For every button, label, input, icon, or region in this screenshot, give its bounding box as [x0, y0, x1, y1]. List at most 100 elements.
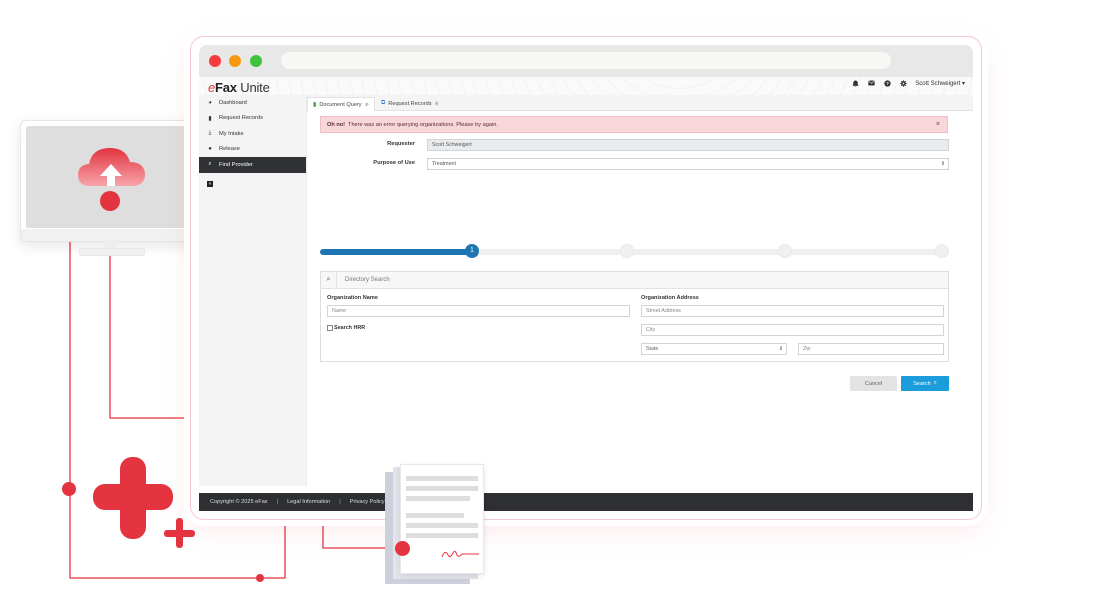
cloud-upload-icon: [78, 148, 145, 186]
sidebar-item-my-intake[interactable]: ⤓ My Intake: [199, 126, 306, 142]
sidebar-item-label: Request Records: [219, 115, 263, 122]
sidebar: ◕ Dashboard ▮ Request Records ⤓ My Intak…: [199, 95, 307, 486]
select-arrows-icon: ⇕: [778, 346, 783, 352]
search-button[interactable]: Search ⌕: [901, 376, 949, 391]
tab-request-records[interactable]: ⧉ Request Records ⊗: [376, 97, 444, 110]
search-hrr-checkbox-row[interactable]: Search HRR: [327, 325, 365, 331]
small-cross-icon: [164, 518, 195, 548]
error-alert: Oh no! There was an error querying organ…: [320, 116, 948, 133]
city-placeholder: City: [646, 327, 656, 333]
collapse-sidebar-icon[interactable]: «: [207, 180, 213, 187]
efax-unite-logo[interactable]: eFax Unite: [208, 80, 270, 95]
org-name-input[interactable]: Name: [327, 305, 630, 317]
document-line: [406, 513, 464, 518]
top-bar: eFax Unite ? Scott Schweigert ▾: [199, 77, 973, 95]
cancel-button[interactable]: Cancel: [850, 376, 897, 391]
top-bar-actions: ? Scott Schweigert ▾: [851, 79, 965, 87]
document-line: [406, 533, 478, 538]
external-link-icon: ⧉: [381, 100, 386, 106]
envelope-icon[interactable]: [867, 79, 875, 87]
bell-icon[interactable]: [851, 79, 859, 87]
sidebar-item-dashboard[interactable]: ◕ Dashboard: [199, 95, 306, 111]
sidebar-item-label: My Intake: [219, 130, 244, 137]
close-tab-icon[interactable]: ⊗: [365, 102, 369, 108]
directory-search-header: ⌕ Directory Search: [321, 272, 948, 289]
download-icon: ⤓: [208, 130, 212, 137]
progress-stepper: 1: [320, 244, 949, 260]
signature-icon: [441, 550, 479, 558]
svg-text:?: ?: [886, 81, 889, 86]
sidebar-item-find-provider[interactable]: ⌕ Find Provider: [199, 157, 306, 173]
close-tab-icon[interactable]: ⊗: [435, 101, 439, 107]
maximize-window-button[interactable]: [250, 55, 262, 67]
step-2[interactable]: [620, 244, 634, 258]
minimize-window-button[interactable]: [229, 55, 241, 67]
browser-window: eFax Unite ? Scott Schweigert ▾ ◕ Dashbo…: [190, 36, 982, 520]
org-address-label: Organization Address: [641, 295, 699, 301]
browser-chrome: [199, 45, 973, 77]
tab-document-query[interactable]: ▮ Document Query ⊗: [307, 97, 375, 112]
dashboard-icon: ◕: [208, 99, 212, 106]
monitor-stand: [79, 248, 145, 256]
address-bar[interactable]: [281, 52, 891, 69]
directory-search-panel: ⌕ Directory Search Organization Name Nam…: [320, 271, 949, 362]
sidebar-item-label: Release: [219, 146, 240, 153]
document-line: [406, 476, 478, 481]
alert-strong-text: Oh no!: [327, 121, 346, 128]
search-button-label: Search: [913, 380, 931, 387]
tab-label: Request Records: [388, 100, 432, 107]
footer-separator: |: [276, 499, 279, 505]
zip-placeholder: Zip: [803, 346, 811, 352]
zip-input[interactable]: Zip: [798, 343, 944, 355]
step-1[interactable]: 1: [465, 244, 479, 258]
requester-value: Scott Schweigert: [432, 142, 472, 148]
search-hrr-checkbox[interactable]: [327, 325, 333, 331]
footer-separator: |: [339, 499, 341, 505]
select-arrows-icon: ⇕: [940, 161, 945, 167]
document-illustration: [400, 464, 484, 574]
gear-icon[interactable]: [899, 79, 907, 87]
city-input[interactable]: City: [641, 324, 944, 336]
main-content: ▮ Document Query ⊗ ⧉ Request Records ⊗ O…: [307, 95, 973, 486]
monitor-screen: [26, 126, 196, 228]
search-icon: ⌕: [208, 161, 212, 168]
monitor-illustration: [20, 120, 202, 242]
privacy-policy-link[interactable]: Privacy Policy: [350, 499, 385, 505]
search-hrr-label: Search HRR: [334, 325, 366, 331]
requester-label: Requester: [387, 141, 415, 147]
name-placeholder: Name: [332, 308, 347, 314]
org-name-label: Organization Name: [327, 295, 378, 301]
logo-unite: Unite: [236, 80, 270, 95]
user-menu[interactable]: Scott Schweigert ▾: [915, 80, 965, 87]
caret-down-icon: ▾: [961, 80, 965, 87]
monitor-neck: [104, 240, 116, 248]
document-line: [406, 496, 470, 501]
purpose-label: Purpose of Use: [373, 160, 415, 166]
file-icon: ▮: [208, 115, 212, 122]
state-select[interactable]: State ⇕: [641, 343, 787, 355]
connector-dot: [100, 191, 120, 211]
street-address-input[interactable]: Street Address: [641, 305, 944, 317]
sidebar-item-label: Dashboard: [219, 99, 247, 106]
close-icon[interactable]: ×: [936, 121, 940, 128]
sidebar-item-request-records[interactable]: ▮ Request Records: [199, 111, 306, 127]
connector-dot: [62, 482, 76, 496]
purpose-value: Treatment: [432, 161, 456, 167]
sidebar-item-release[interactable]: ● Release: [199, 142, 306, 158]
legal-information-link[interactable]: Legal Information: [287, 499, 330, 505]
help-icon[interactable]: ?: [883, 79, 891, 87]
footer: Copyright © 2025 eFax | Legal Informatio…: [199, 493, 973, 511]
directory-search-title: Directory Search: [345, 277, 390, 283]
alert-message: There was an error querying organization…: [348, 121, 498, 128]
connector-dot: [256, 574, 264, 582]
close-window-button[interactable]: [209, 55, 221, 67]
logo-fax: Fax: [215, 80, 237, 95]
medical-cross-icon: [93, 457, 173, 539]
purpose-of-use-select[interactable]: Treatment ⇕: [427, 158, 949, 170]
step-4[interactable]: [935, 244, 949, 258]
user-icon: ●: [208, 146, 212, 153]
tab-label: Document Query: [319, 101, 362, 108]
step-3[interactable]: [778, 244, 792, 258]
stepper-fill: [320, 249, 472, 255]
street-placeholder: Street Address: [646, 308, 681, 314]
